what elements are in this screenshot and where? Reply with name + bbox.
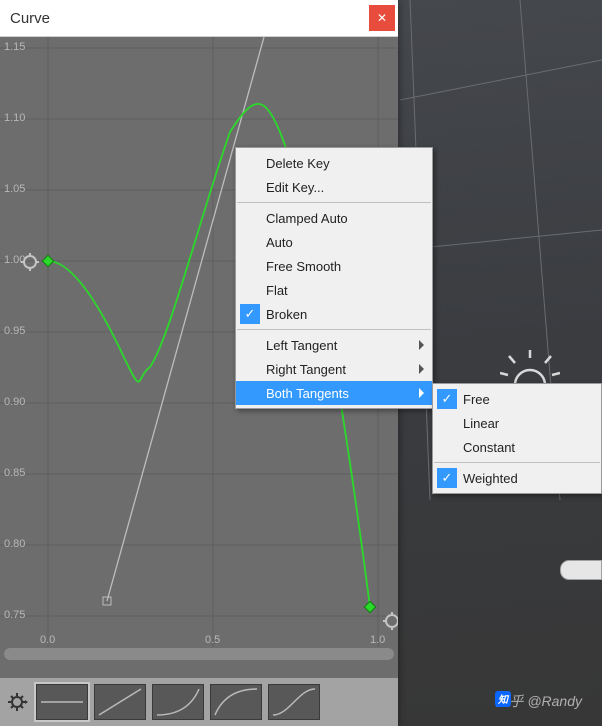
submenu-weighted[interactable]: ✓Weighted	[433, 466, 601, 490]
y-tick: 1.00	[4, 254, 25, 266]
curve-preset-ease-in[interactable]	[152, 684, 204, 720]
submenu-constant[interactable]: Constant	[433, 435, 601, 459]
curve-key[interactable]	[42, 255, 53, 266]
submenu-free[interactable]: ✓Free	[433, 387, 601, 411]
menu-separator	[237, 329, 431, 330]
check-icon: ✓	[240, 304, 260, 324]
scene-search-input[interactable]	[560, 560, 602, 580]
menu-edit-key[interactable]: Edit Key...	[236, 175, 432, 199]
context-menu: Delete Key Edit Key... Clamped Auto Auto…	[235, 147, 433, 409]
menu-both-tangents[interactable]: Both Tangents	[236, 381, 432, 405]
close-icon: ✕	[377, 11, 387, 25]
menu-right-tangent[interactable]: Right Tangent	[236, 357, 432, 381]
menu-flat[interactable]: Flat	[236, 278, 432, 302]
gear-icon[interactable]	[6, 690, 30, 714]
curve-key[interactable]	[364, 601, 375, 612]
y-tick: 0.95	[4, 325, 25, 337]
watermark: 知 知乎 @Randy	[495, 691, 582, 711]
y-tick: 0.80	[4, 538, 25, 550]
window-title: Curve	[10, 10, 50, 27]
chevron-right-icon	[419, 388, 424, 398]
curve-preset-flat[interactable]	[36, 684, 88, 720]
menu-separator	[237, 202, 431, 203]
graph-scrollbar-h[interactable]	[4, 648, 394, 660]
titlebar: Curve ✕	[0, 0, 398, 37]
y-tick: 0.75	[4, 609, 25, 621]
x-tick: 0.0	[40, 634, 55, 646]
x-tick: 0.5	[205, 634, 220, 646]
chevron-right-icon	[419, 340, 424, 350]
curve-preset-ease-in-out[interactable]	[268, 684, 320, 720]
y-tick: 0.85	[4, 467, 25, 479]
check-icon: ✓	[437, 468, 457, 488]
chevron-right-icon	[419, 364, 424, 374]
watermark-text: @Randy	[527, 693, 582, 709]
y-tick: 1.15	[4, 41, 25, 53]
close-button[interactable]: ✕	[369, 5, 395, 31]
curve-preset-bar	[0, 678, 398, 726]
menu-separator	[434, 462, 600, 463]
curve-preset-ease-out[interactable]	[210, 684, 262, 720]
context-submenu: ✓Free Linear Constant ✓Weighted	[432, 383, 602, 494]
menu-free-smooth[interactable]: Free Smooth	[236, 254, 432, 278]
submenu-linear[interactable]: Linear	[433, 411, 601, 435]
curve-preset-linear-up[interactable]	[94, 684, 146, 720]
menu-broken[interactable]: ✓Broken	[236, 302, 432, 326]
menu-clamped-auto[interactable]: Clamped Auto	[236, 206, 432, 230]
gear-icon[interactable]	[383, 612, 398, 630]
y-tick: 1.05	[4, 183, 25, 195]
y-tick: 0.90	[4, 396, 25, 408]
x-tick: 1.0	[370, 634, 385, 646]
menu-auto[interactable]: Auto	[236, 230, 432, 254]
y-tick: 1.10	[4, 112, 25, 124]
menu-left-tangent[interactable]: Left Tangent	[236, 333, 432, 357]
menu-delete-key[interactable]: Delete Key	[236, 151, 432, 175]
check-icon: ✓	[437, 389, 457, 409]
